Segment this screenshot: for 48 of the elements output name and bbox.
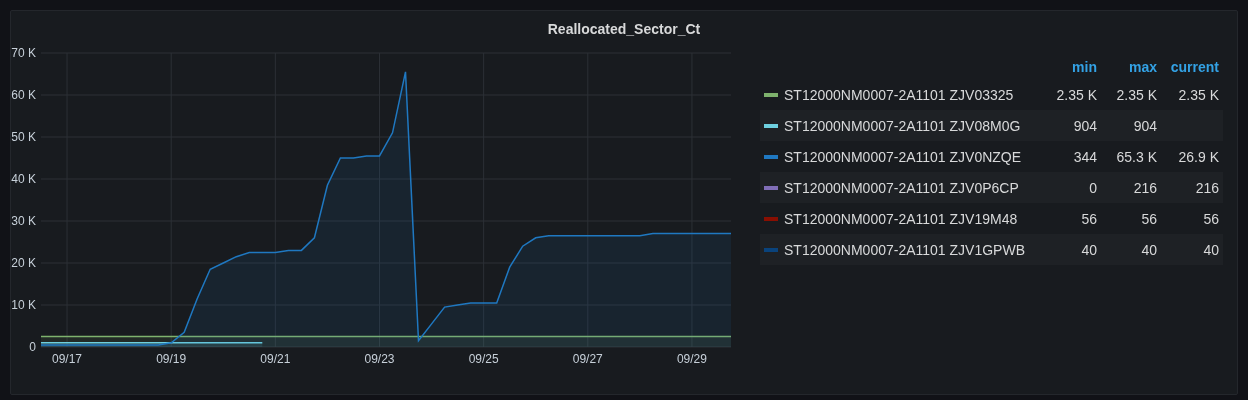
series-name: ST12000NM0007-2A1101 ZJV08M0G [784, 117, 1022, 134]
max-value: 216 [1133, 179, 1158, 196]
max-value: 40 [1141, 241, 1158, 258]
legend-row[interactable]: ST12000NM0007-2A1101 ZJV0NZQE 344 65.3 K 26.9 K [760, 141, 1223, 172]
series-name: ST12000NM0007-2A1101 ZJV19M48 [784, 210, 1019, 227]
axis-label: 09/17 [52, 352, 83, 366]
axis-label: 0 [29, 340, 36, 354]
series-name: ST12000NM0007-2A1101 ZJV03325 [784, 86, 1015, 103]
series-name: ST12000NM0007-2A1101 ZJV0NZQE [784, 148, 1023, 165]
legend-row[interactable]: ST12000NM0007-2A1101 ZJV19M48 56 56 56 [760, 203, 1223, 234]
axis-label: 10 K [11, 298, 36, 312]
max-value: 65.3 K [1116, 148, 1158, 165]
axis-label: 09/21 [260, 352, 291, 366]
legend-row[interactable]: ST12000NM0007-2A1101 ZJV0P6CP 0 216 216 [760, 172, 1223, 203]
min-value: 344 [1073, 148, 1098, 165]
axis-label: 09/25 [468, 352, 499, 366]
max-value: 56 [1141, 210, 1158, 227]
max-value: 904 [1133, 117, 1158, 134]
axis-label: 30 K [11, 214, 36, 228]
axis-label: 09/27 [572, 352, 603, 366]
column-header[interactable]: max [1128, 59, 1161, 75]
axis-label: 09/29 [676, 352, 707, 366]
current-value: 26.9 K [1178, 148, 1220, 165]
current-value: 40 [1203, 241, 1220, 258]
min-value: 2.35 K [1056, 86, 1098, 103]
current-value: 56 [1203, 210, 1220, 227]
legend-row[interactable]: ST12000NM0007-2A1101 ZJV08M0G 904 904 [760, 110, 1223, 141]
column-header[interactable]: min [1072, 59, 1101, 75]
min-value: 40 [1081, 241, 1098, 258]
axis-label: 60 K [11, 88, 36, 102]
min-value: 904 [1073, 117, 1098, 134]
column-header[interactable]: current [1170, 59, 1223, 75]
panel-title: Reallocated_Sector_Ct [546, 20, 702, 39]
series-name: ST12000NM0007-2A1101 ZJV0P6CP [784, 179, 1020, 196]
axis-label: 50 K [11, 130, 36, 144]
current-value: 2.35 K [1178, 86, 1220, 103]
axis-label: 70 K [11, 46, 36, 60]
axis-label: 20 K [11, 256, 36, 270]
current-value: 216 [1195, 179, 1220, 196]
min-value: 56 [1081, 210, 1098, 227]
axis-label: 40 K [11, 172, 36, 186]
legend-row[interactable]: ST12000NM0007-2A1101 ZJV1GPWB 40 40 40 [760, 234, 1223, 265]
legend-row[interactable]: ST12000NM0007-2A1101 ZJV03325 2.35 K 2.35 K 2.35 K [760, 79, 1223, 110]
axis-label: 09/23 [364, 352, 395, 366]
series-name: ST12000NM0007-2A1101 ZJV1GPWB [784, 241, 1026, 258]
min-value: 0 [1089, 179, 1098, 196]
max-value: 2.35 K [1116, 86, 1158, 103]
axis-label: 09/19 [156, 352, 187, 366]
